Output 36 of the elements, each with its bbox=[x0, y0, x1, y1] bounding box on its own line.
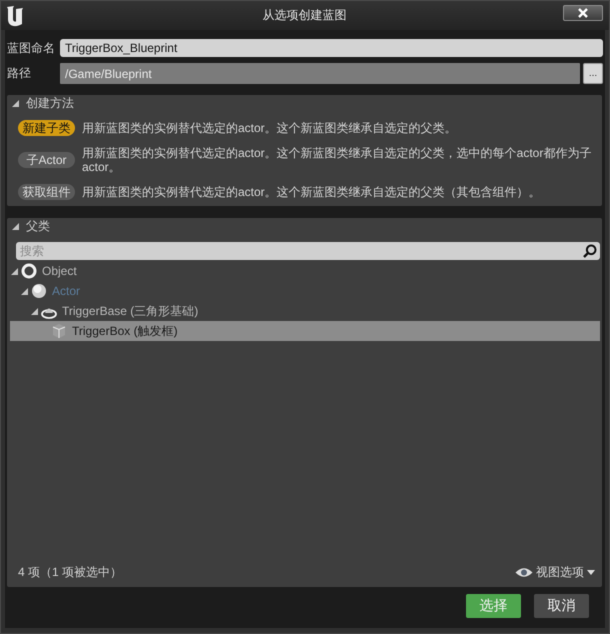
option-description: 用新蓝图类的实例替代选定的actor。这个新蓝图类继承自选定的父类，选中的每个actor都作为子actor。 bbox=[82, 146, 592, 174]
field-label: 路径 bbox=[7, 65, 32, 82]
tree-item[interactable]: TriggerBox (触发框) bbox=[10, 321, 600, 341]
box-icon bbox=[51, 323, 67, 339]
option-button[interactable]: 获取组件 bbox=[18, 184, 75, 200]
sphere-icon bbox=[31, 283, 47, 299]
browse-button[interactable]: ... bbox=[583, 63, 603, 84]
option-button[interactable]: 子Actor bbox=[18, 152, 75, 168]
eye-icon bbox=[515, 566, 533, 578]
item-count: 4 项（1 项被选中） bbox=[18, 564, 122, 580]
expanded-triangle-icon[interactable] bbox=[12, 100, 19, 107]
logo-icon bbox=[6, 4, 26, 26]
tree-item[interactable]: Object bbox=[10, 261, 600, 281]
expanded-triangle-icon[interactable] bbox=[12, 223, 19, 230]
cancel-button[interactable]: 取消 bbox=[534, 594, 589, 618]
expanded-triangle-icon[interactable] bbox=[31, 308, 38, 314]
option-description: 用新蓝图类的实例替代选定的actor。这个新蓝图类继承自选定的父类（其包含组件）。 bbox=[82, 185, 542, 199]
search-icon bbox=[583, 244, 597, 258]
ring-icon bbox=[21, 263, 37, 279]
caret-icon bbox=[587, 570, 595, 574]
tree-item[interactable]: TriggerBase (三角形基础) bbox=[10, 301, 600, 321]
close-button[interactable] bbox=[563, 5, 603, 21]
path-field[interactable]: /Game/Blueprint bbox=[60, 63, 580, 84]
field-label: 蓝图命名 bbox=[7, 40, 56, 56]
expanded-triangle-icon[interactable] bbox=[21, 288, 28, 294]
select-button[interactable]: 选择 bbox=[466, 594, 521, 618]
close-icon bbox=[578, 8, 588, 18]
name-field[interactable]: TriggerBox_Blueprint bbox=[60, 39, 603, 57]
section-header[interactable]: 创建方法 bbox=[7, 95, 602, 112]
window-title: 从选项创建蓝图 bbox=[262, 7, 346, 24]
expanded-triangle-icon[interactable] bbox=[11, 268, 18, 274]
option-description: 用新蓝图类的实例替代选定的actor。这个新蓝图类继承自选定的父类。 bbox=[82, 121, 458, 135]
option-button[interactable]: 新建子类 bbox=[18, 120, 75, 136]
search-field[interactable]: 搜索 bbox=[16, 242, 600, 260]
section-header[interactable]: 父类 bbox=[7, 218, 602, 235]
view-options-button[interactable]: 视图选项 bbox=[515, 564, 595, 580]
